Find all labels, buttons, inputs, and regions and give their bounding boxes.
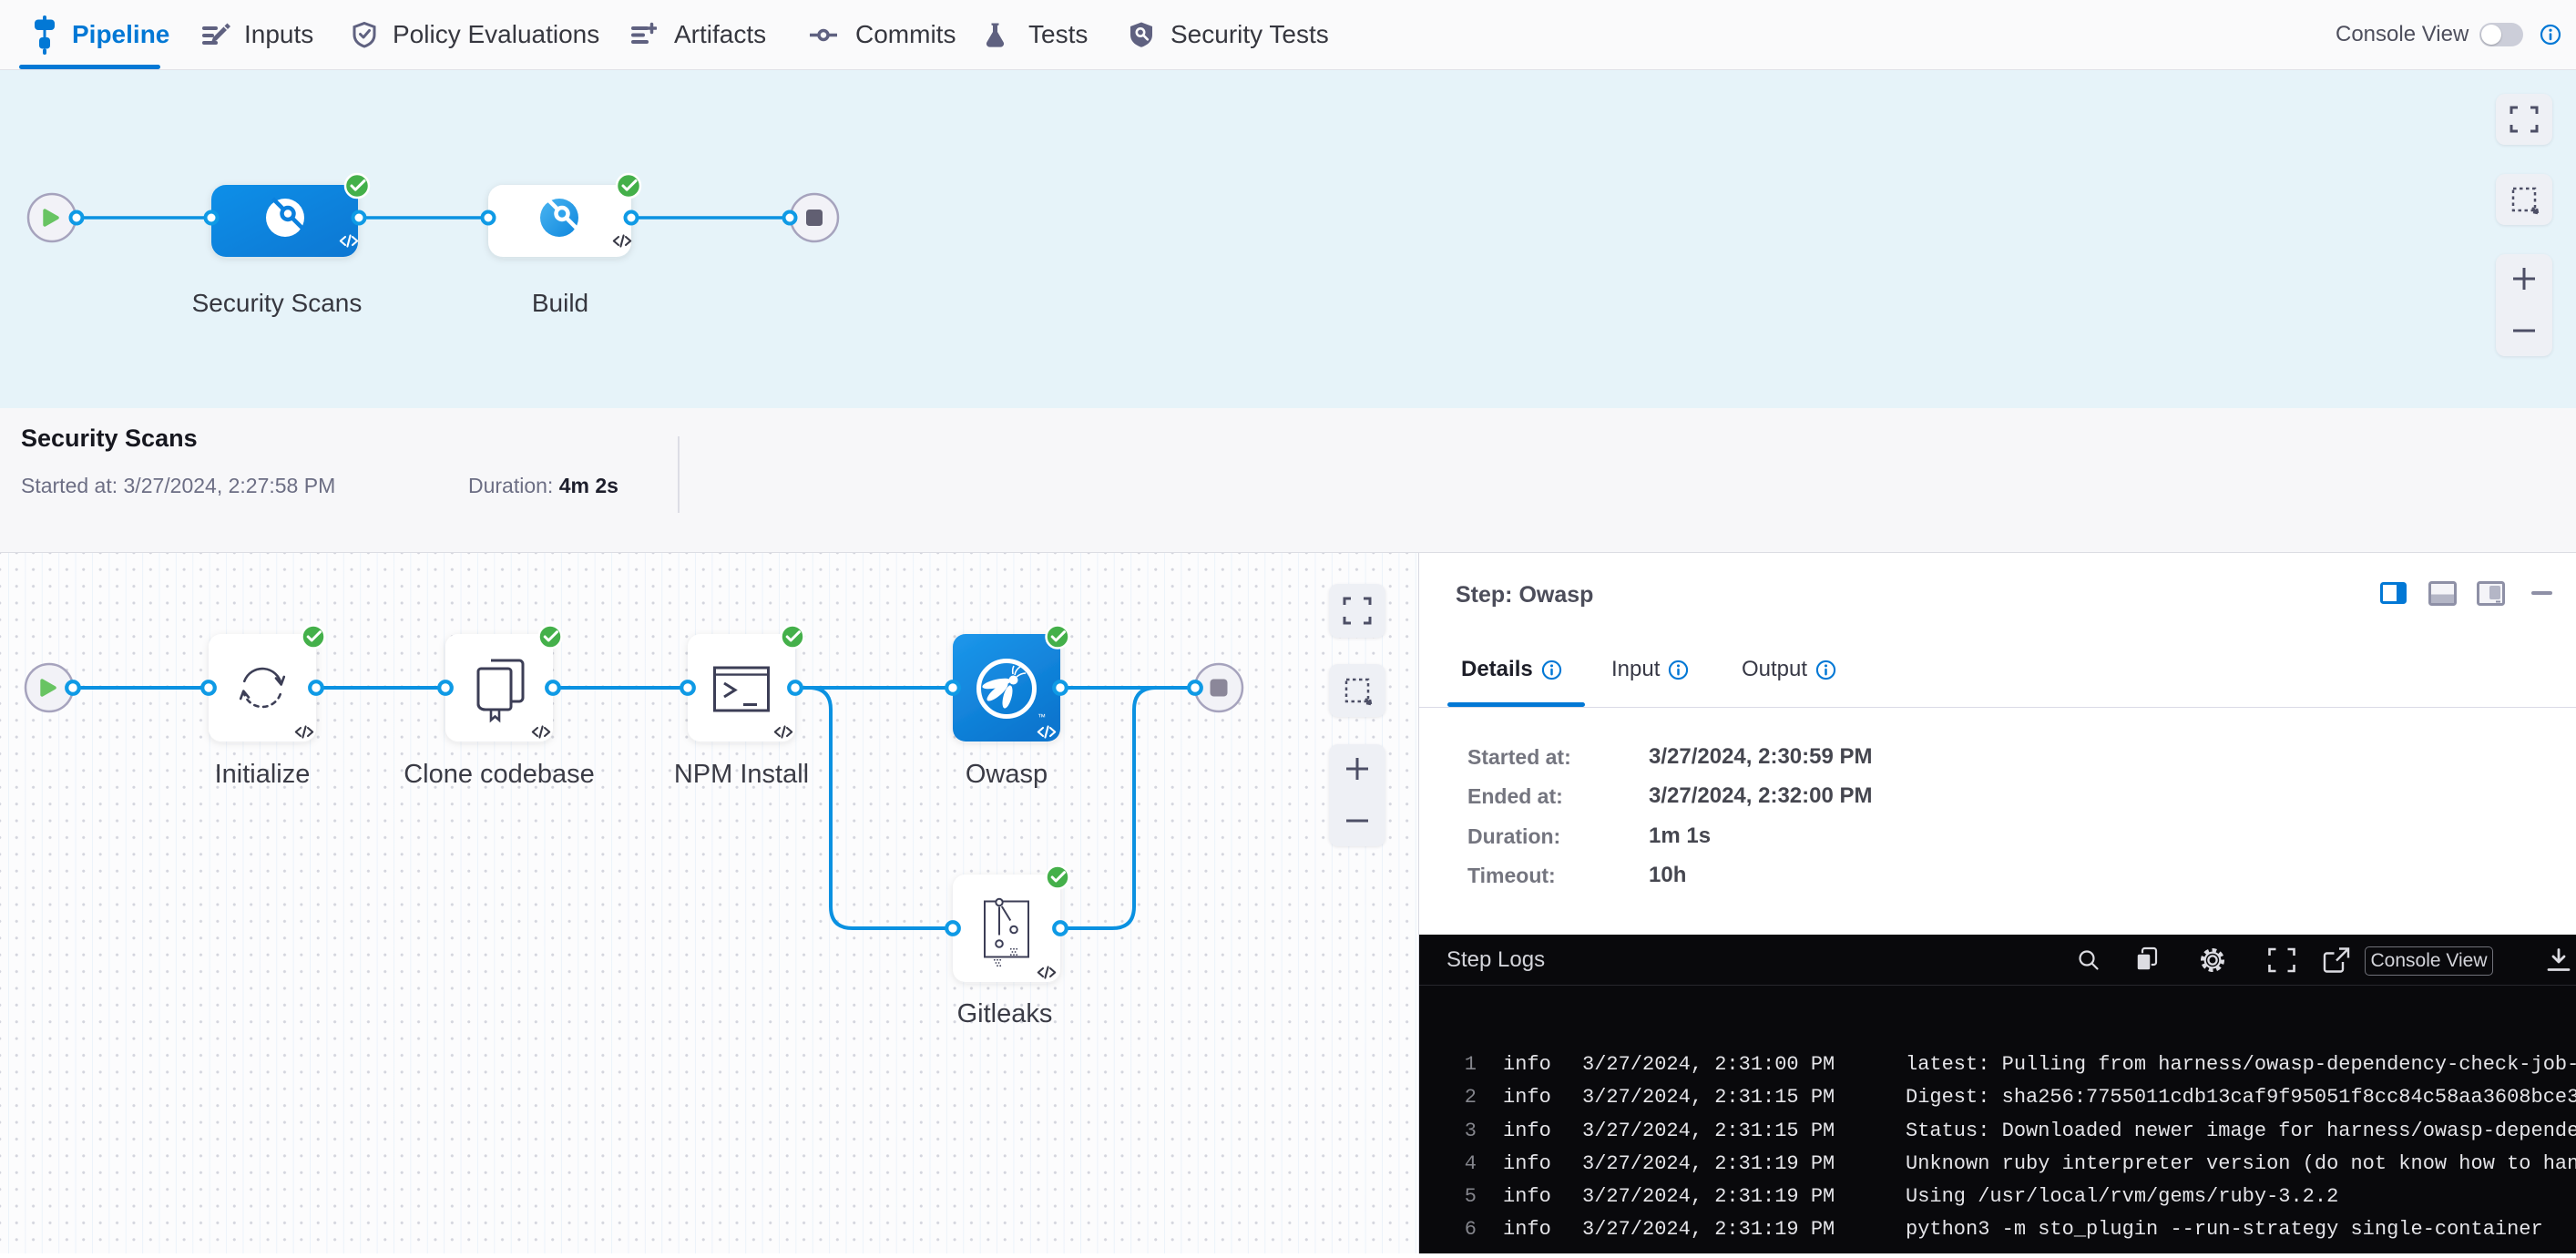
svg-text:™: ™: [1038, 712, 1046, 721]
svg-text:Security Scans: Security Scans: [192, 289, 363, 317]
svg-text:NPM Install: NPM Install: [674, 760, 809, 789]
svg-text:Build: Build: [532, 289, 588, 317]
svg-text:Gitleaks: Gitleaks: [957, 999, 1053, 1028]
svg-text:Clone codebase: Clone codebase: [404, 760, 595, 789]
svg-text:Owasp: Owasp: [966, 760, 1048, 789]
svg-text:Initialize: Initialize: [215, 760, 311, 789]
